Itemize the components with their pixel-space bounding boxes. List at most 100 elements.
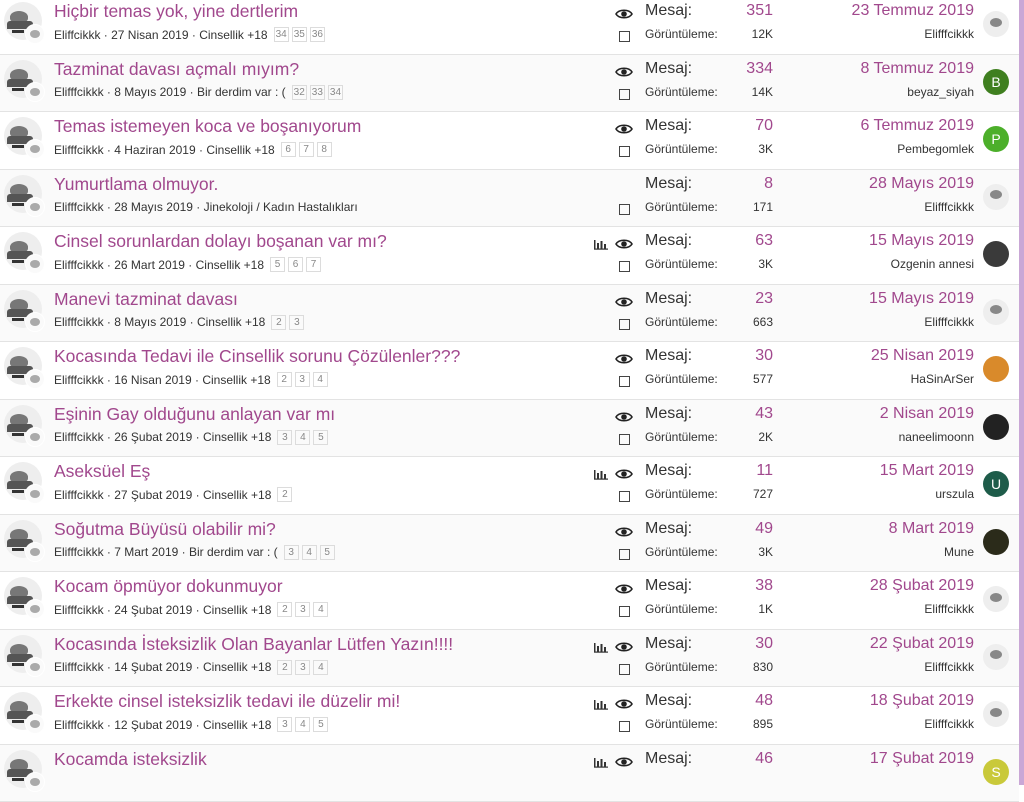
participant-avatar[interactable] xyxy=(25,599,45,619)
page-link[interactable]: 5 xyxy=(313,717,328,732)
last-post-date[interactable]: 17 Şubat 2019 xyxy=(870,750,974,768)
thread-author[interactable]: Elifffcikkk xyxy=(54,200,104,214)
thread-start-date[interactable]: 27 Nisan 2019 xyxy=(111,28,188,42)
last-post-date[interactable]: 8 Mart 2019 xyxy=(889,520,974,538)
thread-forum[interactable]: Cinsellik +18 xyxy=(203,430,271,444)
last-post-date[interactable]: 23 Temmuz 2019 xyxy=(852,2,974,20)
thread-author[interactable]: Elifffcikkk xyxy=(54,430,104,444)
last-post-date[interactable]: 28 Mayıs 2019 xyxy=(869,175,974,193)
thread-start-date[interactable]: 16 Nisan 2019 xyxy=(114,373,191,387)
page-link[interactable]: 2 xyxy=(277,660,292,675)
last-post-user[interactable]: Elifffcikkk xyxy=(924,200,974,214)
page-link[interactable]: 4 xyxy=(313,372,328,387)
thread-forum[interactable]: Bir derdim var : ( xyxy=(189,545,278,559)
page-link[interactable]: 3 xyxy=(295,660,310,675)
page-link[interactable]: 3 xyxy=(295,372,310,387)
page-link[interactable]: 4 xyxy=(313,602,328,617)
last-post-user[interactable]: Elifffcikkk xyxy=(924,717,974,731)
thread-author[interactable]: Elifffcikkk xyxy=(54,488,104,502)
thread-start-date[interactable]: 28 Mayıs 2019 xyxy=(114,200,193,214)
last-post-user[interactable]: beyaz_siyah xyxy=(907,85,974,99)
select-checkbox[interactable] xyxy=(619,204,630,215)
select-checkbox[interactable] xyxy=(619,491,630,502)
thread-author[interactable]: Elifffcikkk xyxy=(54,143,104,157)
last-post-date[interactable]: 6 Temmuz 2019 xyxy=(860,117,974,135)
thread-title[interactable]: Tazminat davası açmalı mıyım? xyxy=(54,59,299,80)
select-checkbox[interactable] xyxy=(619,146,630,157)
last-poster-avatar[interactable] xyxy=(983,701,1009,727)
thread-forum[interactable]: Cinsellik +18 xyxy=(203,718,271,732)
page-link[interactable]: 6 xyxy=(288,257,303,272)
participant-avatar[interactable] xyxy=(25,24,45,44)
thread-row[interactable]: Aseksüel EşElifffcikkk · 27 Şubat 2019 ·… xyxy=(0,457,1019,515)
page-link[interactable]: 34 xyxy=(274,27,289,42)
last-poster-avatar[interactable] xyxy=(983,414,1009,440)
thread-author[interactable]: Elifffcikkk xyxy=(54,660,104,674)
thread-forum[interactable]: Jinekoloji / Kadın Hastalıkları xyxy=(204,200,358,214)
thread-row[interactable]: Kocasında İsteksizlik Olan Bayanlar Lütf… xyxy=(0,630,1019,688)
participant-avatar[interactable] xyxy=(25,484,45,504)
last-post-date[interactable]: 8 Temmuz 2019 xyxy=(860,60,974,78)
thread-forum[interactable]: Cinsellik +18 xyxy=(203,660,271,674)
last-poster-avatar[interactable] xyxy=(983,356,1009,382)
thread-title[interactable]: Temas istemeyen koca ve boşanıyorum xyxy=(54,116,361,137)
thread-forum[interactable]: Bir derdim var : ( xyxy=(197,85,286,99)
last-poster-avatar[interactable] xyxy=(983,529,1009,555)
thread-title[interactable]: Soğutma Büyüsü olabilir mi? xyxy=(54,519,276,540)
page-link[interactable]: 32 xyxy=(292,85,307,100)
thread-start-date[interactable]: 8 Mayıs 2019 xyxy=(114,315,186,329)
last-poster-avatar[interactable] xyxy=(983,241,1009,267)
last-poster-avatar[interactable] xyxy=(983,184,1009,210)
page-link[interactable]: 5 xyxy=(270,257,285,272)
page-link[interactable]: 36 xyxy=(310,27,325,42)
participant-avatar[interactable] xyxy=(25,369,45,389)
select-checkbox[interactable] xyxy=(619,31,630,42)
thread-author[interactable]: Elifffcikkk xyxy=(54,545,104,559)
thread-forum[interactable]: Cinsellik +18 xyxy=(199,28,267,42)
select-checkbox[interactable] xyxy=(619,549,630,560)
last-post-date[interactable]: 28 Şubat 2019 xyxy=(870,577,974,595)
select-checkbox[interactable] xyxy=(619,376,630,387)
thread-row[interactable]: Temas istemeyen koca ve boşanıyorum Eliff… xyxy=(0,112,1019,170)
thread-row[interactable]: Erkekte cinsel isteksizlik tedavi ile dü… xyxy=(0,687,1019,745)
last-post-user[interactable]: HaSinArSer xyxy=(911,372,974,386)
last-poster-avatar[interactable] xyxy=(983,586,1009,612)
thread-title[interactable]: Manevi tazminat davası xyxy=(54,289,238,310)
page-link[interactable]: 33 xyxy=(310,85,325,100)
page-link[interactable]: 2 xyxy=(277,372,292,387)
last-post-user[interactable]: urszula xyxy=(935,487,974,501)
participant-avatar[interactable] xyxy=(25,139,45,159)
participant-avatar[interactable] xyxy=(25,197,45,217)
thread-row[interactable]: Eşinin Gay olduğunu anlayan var mı Elifff… xyxy=(0,400,1019,458)
thread-author[interactable]: Elifffcikkk xyxy=(54,718,104,732)
last-post-date[interactable]: 15 Mart 2019 xyxy=(880,462,974,480)
thread-forum[interactable]: Cinsellik +18 xyxy=(196,258,264,272)
page-link[interactable]: 34 xyxy=(328,85,343,100)
thread-title[interactable]: Eşinin Gay olduğunu anlayan var mı xyxy=(54,404,335,425)
page-link[interactable]: 2 xyxy=(277,487,292,502)
last-post-date[interactable]: 2 Nisan 2019 xyxy=(880,405,974,423)
thread-start-date[interactable]: 12 Şubat 2019 xyxy=(114,718,192,732)
thread-forum[interactable]: Cinsellik +18 xyxy=(203,488,271,502)
last-poster-avatar[interactable]: B xyxy=(983,69,1009,95)
thread-forum[interactable]: Cinsellik +18 xyxy=(202,373,270,387)
participant-avatar[interactable] xyxy=(25,82,45,102)
last-post-user[interactable]: Pembegomlek xyxy=(897,142,974,156)
thread-author[interactable]: Elifffcikkk xyxy=(54,315,104,329)
page-link[interactable]: 7 xyxy=(299,142,314,157)
participant-avatar[interactable] xyxy=(25,254,45,274)
last-poster-avatar[interactable] xyxy=(983,11,1009,37)
page-link[interactable]: 2 xyxy=(277,602,292,617)
last-post-user[interactable]: Elifffcikkk xyxy=(924,315,974,329)
page-link[interactable]: 5 xyxy=(313,430,328,445)
thread-title[interactable]: Kocam öpmüyor dokunmuyor xyxy=(54,576,283,597)
page-link[interactable]: 3 xyxy=(295,602,310,617)
participant-avatar[interactable] xyxy=(25,714,45,734)
thread-row[interactable]: Kocamda isteksizlikMesaj:4617 Şubat 2019… xyxy=(0,745,1019,802)
last-post-user[interactable]: Mune xyxy=(944,545,974,559)
thread-row[interactable]: Tazminat davası açmalı mıyım?Elifffcikkk… xyxy=(0,55,1019,113)
page-link[interactable]: 2 xyxy=(271,315,286,330)
select-checkbox[interactable] xyxy=(619,606,630,617)
thread-title[interactable]: Kocasında Tedavi ile Cinsellik sorunu Çö… xyxy=(54,346,460,367)
thread-author[interactable]: Elifffcikkk xyxy=(54,603,104,617)
